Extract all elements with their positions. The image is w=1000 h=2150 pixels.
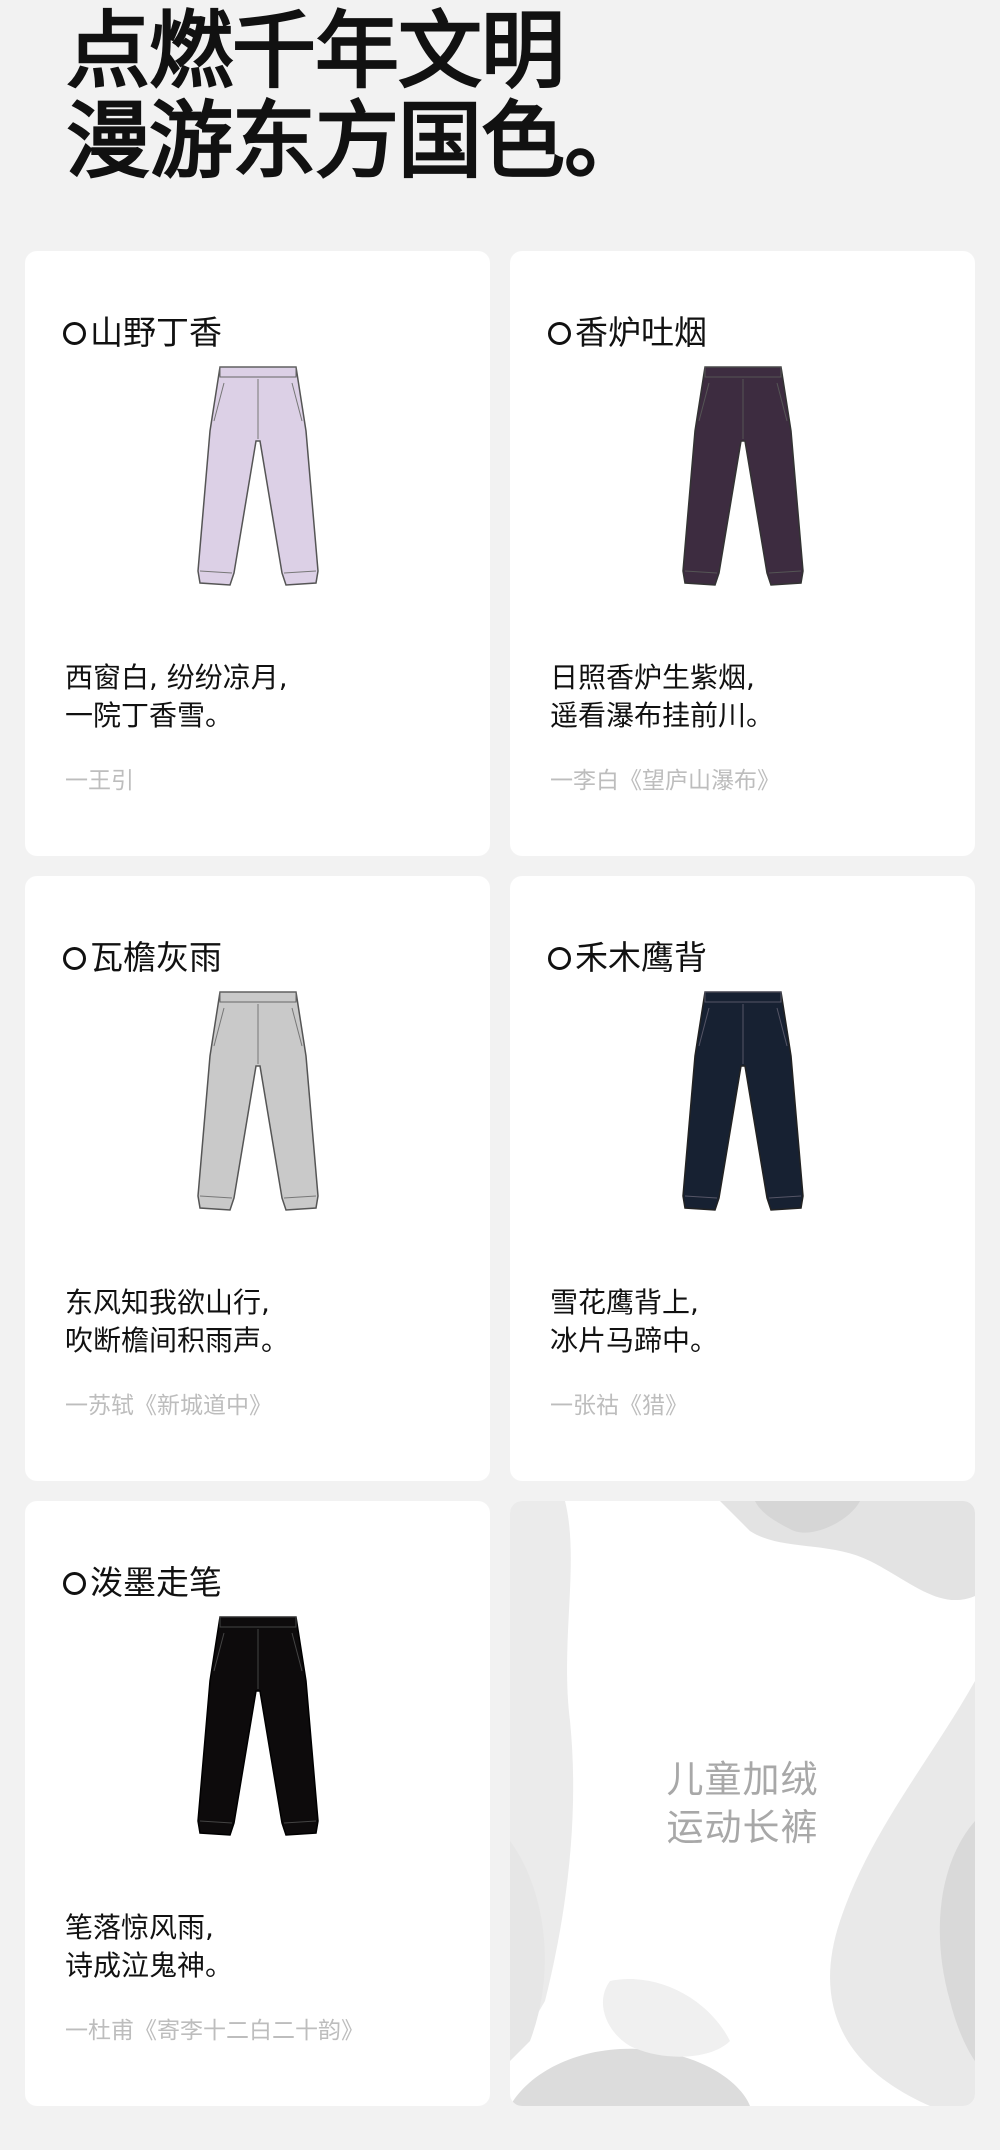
poem-source: 一李白《望庐山瀑布》 [550, 768, 780, 794]
poem-source: 一王引 [65, 768, 134, 794]
color-card[interactable]: 泼墨走笔 笔落惊风雨, 诗成泣鬼神。 一杜甫《寄李十二白二十韵》 [25, 1501, 490, 2106]
color-name: 香炉吐烟 [575, 313, 707, 352]
color-name-heading: 山野丁香 [63, 311, 222, 355]
poem-source: 一苏轼《新城道中》 [65, 1393, 272, 1419]
poem-line-2: 一院丁香雪。 [65, 699, 234, 732]
circle-icon [548, 321, 571, 345]
poem-line-2: 冰片马蹄中。 [550, 1324, 719, 1357]
circle-icon [63, 1571, 86, 1595]
poem-text: 西窗白, 纷纷凉月, 一院丁香雪。 [65, 659, 288, 735]
page-title: 点燃千年文明 漫游东方国色。 [66, 2, 648, 190]
pants-icon [196, 991, 319, 1211]
poem-text: 笔落惊风雨, 诗成泣鬼神。 [65, 1909, 233, 1985]
color-card[interactable]: 山野丁香 西窗白, 纷纷凉月, 一院丁香雪。 一王引 [25, 251, 490, 856]
poem-line-2: 诗成泣鬼神。 [65, 1949, 234, 1982]
color-name: 瓦檐灰雨 [90, 938, 222, 977]
pants-icon [196, 366, 319, 586]
poem-line-1: 东风知我欲山行, [65, 1286, 270, 1319]
poem-source: 一张祜《猎》 [550, 1393, 688, 1419]
poem-line-1: 西窗白, 纷纷凉月, [65, 661, 288, 694]
poem-text: 日照香炉生紫烟, 遥看瀑布挂前川。 [550, 659, 774, 735]
color-card[interactable]: 瓦檐灰雨 东风知我欲山行, 吹断檐间积雨声。 一苏轼《新城道中》 [25, 876, 490, 1481]
title-line-2: 漫游东方国色。 [66, 92, 648, 190]
color-card[interactable]: 禾木鹰背 雪花鹰背上, 冰片马蹄中。 一张祜《猎》 [510, 876, 975, 1481]
color-name: 山野丁香 [90, 313, 222, 352]
poem-line-1: 笔落惊风雨, [65, 1911, 214, 1944]
circle-icon [63, 321, 86, 345]
title-line-1: 点燃千年文明 [66, 2, 565, 100]
poem-line-2: 吹断檐间积雨声。 [65, 1324, 290, 1357]
poem-text: 东风知我欲山行, 吹断檐间积雨声。 [65, 1284, 289, 1360]
poem-line-1: 雪花鹰背上, [550, 1286, 699, 1319]
circle-icon [63, 946, 86, 970]
pants-icon [196, 1616, 319, 1836]
product-color-page: 点燃千年文明 漫游东方国色。 山野丁香 西窗白, 纷纷凉月, 一院丁香雪。 一王… [0, 0, 1000, 2150]
color-name: 禾木鹰背 [575, 938, 707, 977]
poem-line-1: 日照香炉生紫烟, [550, 661, 755, 694]
color-name-heading: 禾木鹰背 [548, 936, 707, 980]
color-name-heading: 瓦檐灰雨 [63, 936, 222, 980]
poem-source: 一杜甫《寄李十二白二十韵》 [65, 2018, 364, 2044]
color-name-heading: 泼墨走笔 [63, 1561, 222, 1605]
color-name-heading: 香炉吐烟 [548, 311, 707, 355]
pants-icon [681, 991, 804, 1211]
promo-line-2: 运动长裤 [666, 1806, 819, 1849]
promo-card: 儿童加绒 运动长裤 [510, 1501, 975, 2106]
color-name: 泼墨走笔 [90, 1563, 222, 1602]
circle-icon [548, 946, 571, 970]
poem-text: 雪花鹰背上, 冰片马蹄中。 [550, 1284, 718, 1360]
promo-line-1: 儿童加绒 [666, 1758, 819, 1801]
poem-line-2: 遥看瀑布挂前川。 [550, 699, 775, 732]
promo-text: 儿童加绒 运动长裤 [510, 1756, 975, 1852]
pants-icon [681, 366, 804, 586]
color-card-grid: 山野丁香 西窗白, 纷纷凉月, 一院丁香雪。 一王引 香炉吐烟 日照香炉生紫烟,… [25, 251, 975, 2106]
color-card[interactable]: 香炉吐烟 日照香炉生紫烟, 遥看瀑布挂前川。 一李白《望庐山瀑布》 [510, 251, 975, 856]
